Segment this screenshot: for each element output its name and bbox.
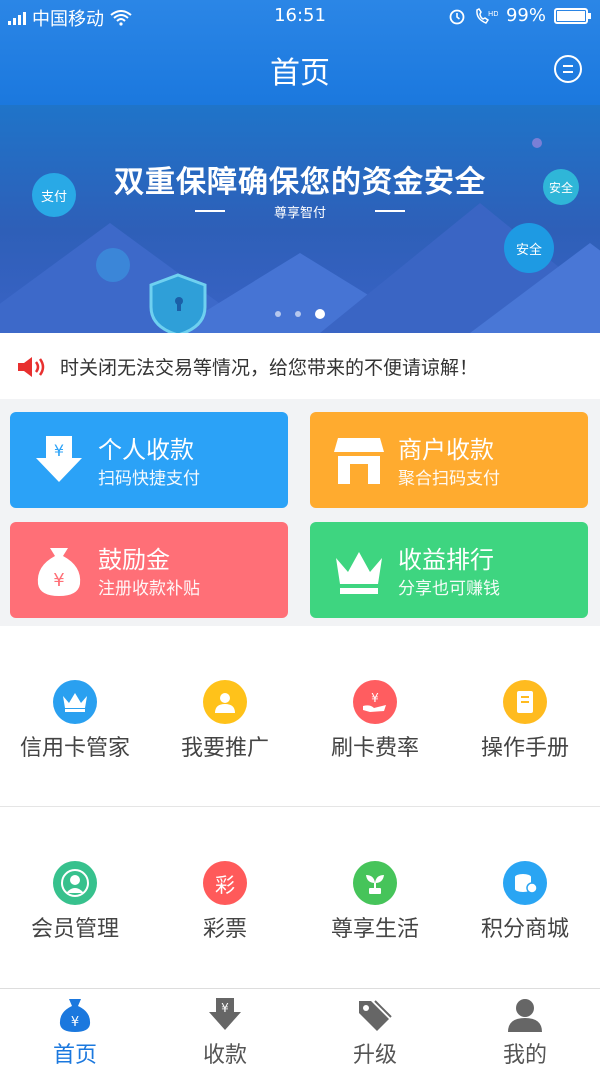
grid-label: 我要推广	[180, 736, 269, 761]
notebook-icon	[503, 680, 547, 724]
service-grid: 信用卡管家 我要推广 ¥ 刷卡费率 操作手册 会员管理 彩 彩票 尊享生活 积分…	[0, 626, 600, 988]
hd-call-icon: HD	[476, 7, 498, 24]
banner-subtitle: 尊享智付	[273, 206, 326, 221]
member-icon	[53, 861, 97, 905]
feature-cards: ¥ 个人收款 扫码快捷支付 商户收款 聚合扫码支付 ¥ 鼓励金 注册收款补贴 收…	[0, 399, 600, 626]
card-encourage-fund[interactable]: ¥ 鼓励金 注册收款补贴	[10, 522, 288, 618]
notice-text: 时关闭无法交易等情况，给您带来的不便请谅解！	[60, 357, 479, 379]
grid-item-card-rate[interactable]: ¥ 刷卡费率	[300, 626, 450, 806]
svg-text:¥: ¥	[53, 570, 64, 591]
collect-icon: ¥	[209, 998, 241, 1030]
top-bar: 中国移动 16:51 HD 99% 首页	[0, 0, 600, 105]
battery-percent: 99%	[505, 5, 546, 26]
tab-label: 收款	[202, 1043, 247, 1067]
grid-item-life[interactable]: 尊享生活	[300, 807, 450, 987]
grid-label: 积分商城	[480, 917, 569, 942]
tab-label: 首页	[52, 1043, 97, 1067]
svg-text:¥: ¥	[71, 1015, 79, 1030]
home-bag-icon: ¥	[59, 999, 91, 1032]
grid-item-manual[interactable]: 操作手册	[450, 626, 600, 806]
speaker-icon	[18, 357, 45, 377]
grid-label: 操作手册	[480, 736, 569, 761]
shield-icon	[149, 273, 207, 333]
bottom-tab-bar: ¥ 首页 ¥ 收款 升级 我的	[0, 988, 600, 1067]
carousel-dots[interactable]	[0, 309, 600, 319]
card-title: 商户收款	[398, 436, 494, 464]
carousel-dot[interactable]	[295, 311, 301, 317]
decor-circle	[96, 248, 130, 282]
carousel-dot-active[interactable]	[315, 309, 325, 319]
card-subtitle: 扫码快捷支付	[98, 469, 200, 489]
safe-bubble-large: 安全	[504, 223, 554, 273]
notice-bar[interactable]: 时关闭无法交易等情况，给您带来的不便请谅解！	[0, 333, 600, 399]
tab-collect[interactable]: ¥ 收款	[150, 989, 300, 1067]
money-bag-icon: ¥	[37, 548, 81, 596]
card-income-ranking[interactable]: 收益排行 分享也可赚钱	[310, 522, 588, 618]
grid-label: 刷卡费率	[330, 736, 419, 761]
banner-line-right	[375, 210, 405, 212]
grid-item-member[interactable]: 会员管理	[0, 807, 150, 987]
tab-label: 我的	[502, 1043, 547, 1067]
card-personal-collect[interactable]: ¥ 个人收款 扫码快捷支付	[10, 412, 288, 508]
svg-text:¥: ¥	[371, 691, 379, 705]
store-icon	[334, 438, 384, 484]
grid-label: 彩票	[202, 917, 247, 942]
promo-banner[interactable]: 支付 安全 安全 双重保障确保您的资金安全 尊享智付	[0, 105, 600, 333]
banner-title: 双重保障确保您的资金安全	[114, 165, 486, 200]
grid-item-lottery[interactable]: 彩 彩票	[150, 807, 300, 987]
decor-dot	[532, 138, 542, 148]
tab-home[interactable]: ¥ 首页	[0, 989, 150, 1067]
card-title: 个人收款	[98, 436, 194, 464]
grid-label: 信用卡管家	[19, 736, 130, 761]
coins-icon	[503, 861, 547, 905]
grid-item-promote[interactable]: 我要推广	[150, 626, 300, 806]
tag-icon	[359, 1000, 392, 1031]
card-title: 鼓励金	[98, 546, 170, 574]
alarm-icon	[449, 9, 465, 24]
card-title: 收益排行	[398, 546, 494, 574]
download-yen-icon: ¥	[36, 436, 82, 482]
battery-icon	[554, 7, 591, 24]
carousel-dot[interactable]	[275, 311, 281, 317]
crown-icon	[53, 680, 97, 724]
grid-item-points-mall[interactable]: 积分商城	[450, 807, 600, 987]
tab-mine[interactable]: 我的	[450, 989, 600, 1067]
page-title: 首页	[270, 56, 330, 91]
card-subtitle: 分享也可赚钱	[398, 579, 500, 599]
grid-label: 尊享生活	[330, 917, 419, 942]
crown-icon	[336, 552, 382, 594]
card-subtitle: 注册收款补贴	[98, 579, 200, 599]
profile-icon	[508, 999, 542, 1032]
card-merchant-collect[interactable]: 商户收款 聚合扫码支付	[310, 412, 588, 508]
lottery-icon: 彩	[203, 861, 247, 905]
svg-text:HD: HD	[488, 10, 498, 18]
grid-item-credit-card[interactable]: 信用卡管家	[0, 626, 150, 806]
hand-yen-icon: ¥	[353, 680, 397, 724]
person-icon	[203, 680, 247, 724]
svg-text:¥: ¥	[221, 1001, 229, 1015]
tab-upgrade[interactable]: 升级	[300, 989, 450, 1067]
phone-screen: 中国移动 16:51 HD 99% 首页 支付 安全 安全 双重保障确保您的资金…	[0, 0, 600, 1067]
tab-label: 升级	[352, 1043, 397, 1067]
card-subtitle: 聚合扫码支付	[398, 469, 500, 489]
svg-text:¥: ¥	[54, 441, 64, 460]
status-bar: 中国移动 16:51 HD 99%	[0, 0, 600, 32]
sprout-icon	[353, 861, 397, 905]
message-icon[interactable]	[554, 55, 582, 83]
grid-label: 会员管理	[30, 917, 119, 942]
